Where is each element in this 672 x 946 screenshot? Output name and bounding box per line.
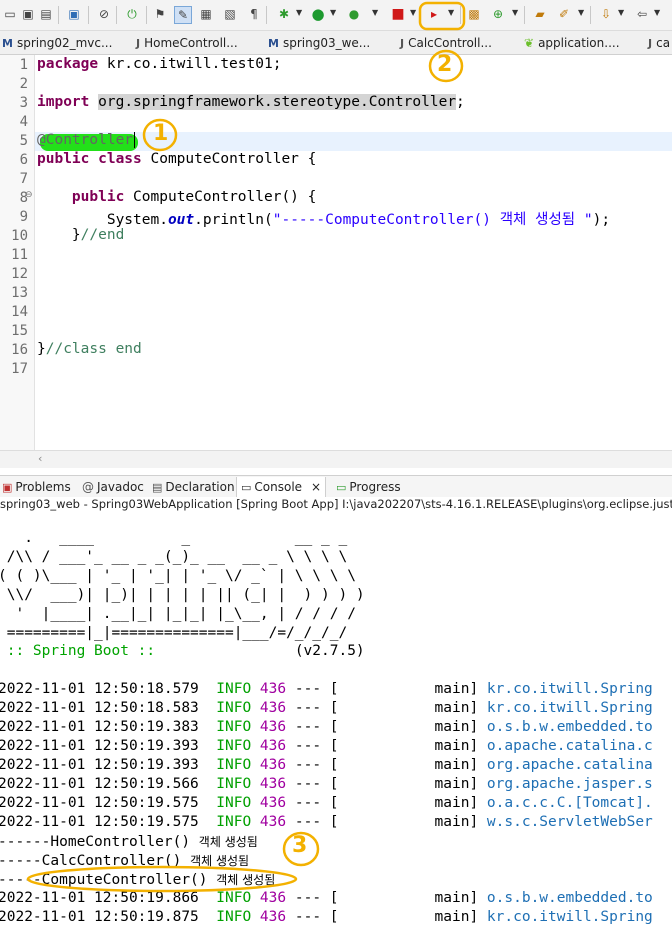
line-number: 11 [11, 247, 28, 263]
run-icon[interactable]: ● [310, 6, 326, 22]
declaration-icon: ▤ [152, 480, 163, 494]
tab-progress[interactable]: ▭ Progress [336, 477, 401, 497]
terminal-icon[interactable]: ▣ [66, 6, 82, 22]
marker-box-run [418, 1, 466, 31]
code-line-1: package kr.co.itwill.test01; [37, 56, 282, 72]
console-icon: ▭ [241, 480, 252, 494]
log-line: 2022-11-01 12:50:18.583 INFO 436 --- [ m… [0, 700, 653, 716]
java-file-icon: J [648, 36, 653, 50]
whitespace-icon[interactable]: ¶ [246, 6, 262, 22]
tab-spring03-pom[interactable]: M spring03_we... [268, 33, 370, 53]
tab-problems[interactable]: ▣ Problems [2, 477, 71, 497]
search-icon[interactable]: ✐ [556, 6, 572, 22]
java-file-icon: J [400, 36, 405, 50]
log-line: 2022-11-01 12:50:19.566 INFO 436 --- [ m… [0, 776, 653, 792]
line-number: 7 [19, 171, 28, 187]
line-number: 6 [19, 152, 28, 168]
log-line: 2022-11-01 12:50:19.393 INFO 436 --- [ m… [0, 738, 653, 754]
code-line-5: @Controller [37, 132, 136, 148]
marker-label-1: 1 [153, 121, 169, 146]
line-number: 1 [19, 57, 28, 73]
tab-declaration[interactable]: ▤ Declaration [152, 477, 235, 497]
tab-spring02-pom[interactable]: M spring02_mvc... [2, 33, 112, 53]
line-number: 17 [11, 361, 28, 377]
fold-toggle-icon[interactable]: ⊖ [25, 190, 33, 200]
tab-home-controller[interactable]: J HomeControll... [136, 33, 238, 53]
tab-javadoc[interactable]: @ Javadoc [82, 477, 144, 497]
tab-console[interactable]: ▭ Console × [236, 477, 327, 497]
code-line-3: import org.springframework.stereotype.Co… [37, 94, 465, 110]
new-class-icon[interactable]: ⊕ [490, 6, 506, 22]
banner-line: ' |____| .__|_| |_|_| |_\__, | / / / / [0, 606, 356, 622]
run-as-icon[interactable]: ● [346, 6, 362, 22]
line-number: 12 [11, 266, 28, 282]
highlight-icon[interactable]: ✎ [174, 6, 192, 24]
editor-tab-bar: M spring02_mvc... J HomeControll... M sp… [0, 31, 672, 55]
line-number-gutter: 1 2 3 4 5 6 7 8 9 10 11 12 13 14 15 16 1… [0, 55, 35, 450]
log-line: 2022-11-01 12:50:19.393 INFO 436 --- [ m… [0, 757, 653, 773]
next-annotation-icon[interactable]: ⇩ [598, 6, 614, 22]
stop-icon[interactable]: ■ [390, 6, 406, 22]
console-process-title: spring03_web - Spring03WebApplication [S… [0, 497, 672, 515]
log-line: 2022-11-01 12:50:19.575 INFO 436 --- [ m… [0, 795, 653, 811]
save-all-icon[interactable]: ▤ [38, 6, 54, 22]
log-line: 2022-11-01 12:50:18.579 INFO 436 --- [ m… [0, 681, 653, 697]
scroll-left-icon[interactable]: ‹ [38, 452, 42, 465]
code-line-8: public ComputeController() { [37, 189, 317, 205]
log-line: 2022-11-01 12:50:19.383 INFO 436 --- [ m… [0, 719, 653, 735]
skip-breakpoints-icon[interactable]: ⊘ [96, 6, 112, 22]
spring-icon[interactable]: ⏻ [124, 6, 140, 22]
marker-icon[interactable]: ⚑ [152, 6, 168, 22]
close-icon[interactable]: × [311, 480, 321, 494]
tab-application-properties[interactable]: ❦ application.... [524, 33, 620, 53]
line-number: 16 [11, 342, 28, 358]
banner-line: /\\ / ___'_ __ _ _(_)_ __ __ _ \ \ \ \ [0, 549, 348, 565]
line-number: 13 [11, 285, 28, 301]
progress-icon: ▭ [336, 480, 347, 494]
output-line: ------HomeController() 객체 생성됨 [0, 834, 258, 850]
log-line: 2022-11-01 12:50:19.875 INFO 436 --- [ m… [0, 909, 653, 925]
save-icon[interactable]: ▣ [20, 6, 36, 22]
back-icon[interactable]: ⇦ [634, 6, 650, 22]
code-editor[interactable]: 1 2 3 4 5 6 7 8 9 10 11 12 13 14 15 16 1… [0, 55, 672, 450]
banner-line: . ____ _ __ _ _ [0, 530, 348, 546]
at-icon: @ [82, 480, 94, 494]
maven-icon: M [268, 36, 279, 50]
banner-line: ( ( )\___ | '_ | '_| | '_ \/ _` | \ \ \ … [0, 568, 356, 584]
banner-line: =========|_|==============|___/=/_/_/_/ [0, 625, 348, 641]
maven-icon: M [2, 36, 13, 50]
code-line-9: System.out.println("-----ComputeControll… [37, 212, 611, 228]
java-file-icon: J [136, 36, 141, 50]
view-tab-bar: ▣ Problems @ Javadoc ▤ Declaration ▭ Con… [0, 475, 672, 499]
line-number: 10 [11, 228, 28, 244]
leaf-icon: ❦ [524, 36, 535, 50]
line-number: 8 [19, 190, 28, 206]
problems-icon: ▣ [2, 480, 13, 494]
marker-label-3: 3 [292, 833, 308, 858]
line-number: 15 [11, 323, 28, 339]
debug-icon[interactable]: ✱ [276, 6, 292, 22]
main-toolbar: ▭ ▣ ▤ ▣ ⊘ ⏻ ⚑ ✎ ▦ ▧ ¶ ✱ ▼ ● ▼ ● ▼ ■ ▼ ▸ … [0, 0, 672, 31]
line-number: 4 [19, 114, 28, 130]
marker-ellipse-3 [26, 865, 298, 893]
line-number: 9 [19, 209, 28, 225]
open-type-icon[interactable]: ▰ [532, 6, 548, 22]
editor-horizontal-scrollbar[interactable]: ‹ [0, 450, 672, 468]
new-icon[interactable]: ▭ [2, 6, 18, 22]
toggle-mark-icon[interactable]: ▦ [198, 6, 214, 22]
block-select-icon[interactable]: ▧ [222, 6, 238, 22]
marker-label-2: 2 [437, 52, 453, 77]
code-line-10: }//end [37, 227, 125, 243]
console-output[interactable]: . ____ _ __ _ _ /\\ / ___'_ __ _ _(_)_ _… [0, 515, 672, 946]
line-number: 2 [19, 76, 28, 92]
spring-boot-version-line: :: Spring Boot :: (v2.7.5) [0, 643, 365, 659]
banner-line: \\/ ___)| |_)| | | | | || (_| | ) ) ) ) [0, 587, 365, 603]
line-number: 3 [19, 95, 28, 111]
new-project-icon[interactable]: ▩ [466, 6, 482, 22]
log-line: 2022-11-01 12:50:19.575 INFO 436 --- [ m… [0, 814, 653, 830]
code-line-16: }//class end [37, 341, 142, 357]
line-number: 5 [19, 133, 28, 149]
tab-compute-controller[interactable]: J ca [648, 33, 670, 53]
line-number: 14 [11, 304, 28, 320]
